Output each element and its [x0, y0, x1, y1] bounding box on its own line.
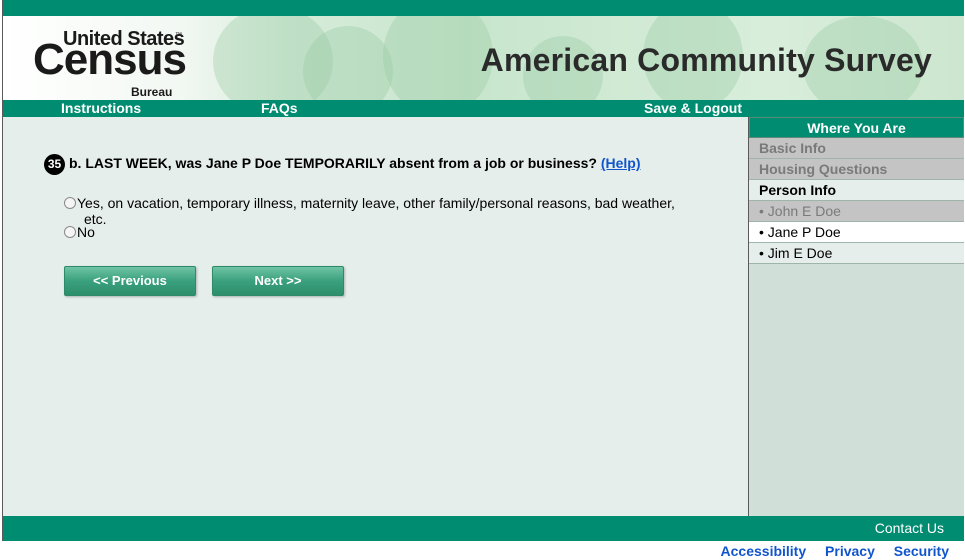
- radio-yes[interactable]: [64, 197, 76, 209]
- top-accent-bar: [3, 0, 964, 16]
- logo-trademark: ™: [175, 32, 182, 39]
- answer-option-no-label: No: [77, 224, 95, 240]
- sidebar-title: Where You Are: [749, 117, 964, 138]
- question-panel: 35 b. LAST WEEK, was Jane P Doe TEMPORAR…: [3, 117, 748, 516]
- contact-us-link[interactable]: Contact Us: [875, 516, 944, 541]
- privacy-link[interactable]: Privacy: [825, 543, 875, 559]
- top-nav-bar: Instructions FAQs Save & Logout: [3, 100, 964, 117]
- answer-option-yes-label-cont: etc.: [84, 211, 107, 227]
- question-text-row: b. LAST WEEK, was Jane P Doe TEMPORARILY…: [69, 155, 641, 171]
- progress-sidebar: Where You Are Basic Info Housing Questio…: [748, 117, 964, 516]
- previous-button[interactable]: << Previous: [64, 266, 196, 296]
- sidebar-item-person-info: Person Info: [749, 180, 964, 201]
- logo-line-bureau: Bureau: [131, 85, 173, 99]
- sidebar-item-person-john: • John E Doe: [749, 201, 964, 222]
- help-link[interactable]: (Help): [601, 155, 641, 171]
- banner-photo-shape: [383, 16, 493, 100]
- answer-option-yes-label: Yes, on vacation, temporary illness, mat…: [77, 195, 675, 211]
- sidebar-item-person-jim: • Jim E Doe: [749, 243, 964, 264]
- nav-instructions-link[interactable]: Instructions: [61, 100, 141, 117]
- sidebar-item-housing-questions: Housing Questions: [749, 159, 964, 180]
- radio-no[interactable]: [64, 226, 76, 238]
- question-text: b. LAST WEEK, was Jane P Doe TEMPORARILY…: [69, 155, 597, 171]
- header-banner: United States Census ™ Bureau American C…: [3, 16, 964, 100]
- question-number-badge: 35: [44, 154, 65, 175]
- survey-page: United States Census ™ Bureau American C…: [2, 0, 964, 541]
- security-link[interactable]: Security: [894, 543, 949, 559]
- survey-title: American Community Survey: [480, 42, 932, 78]
- answer-option-yes[interactable]: Yes, on vacation, temporary illness, mat…: [64, 195, 675, 227]
- nav-save-logout-link[interactable]: Save & Logout: [644, 100, 742, 117]
- nav-faqs-link[interactable]: FAQs: [261, 100, 298, 117]
- sidebar-item-basic-info: Basic Info: [749, 138, 964, 159]
- answer-option-no[interactable]: No: [64, 224, 95, 240]
- census-bureau-logo: United States Census ™ Bureau: [33, 28, 193, 99]
- banner-photo-shape: [303, 26, 393, 100]
- sidebar-item-person-jane: • Jane P Doe: [749, 222, 964, 243]
- logo-line-census: Census: [33, 35, 187, 84]
- footer-links: Accessibility Privacy Security: [706, 543, 949, 559]
- footer-bar: Contact Us: [3, 516, 964, 541]
- next-button[interactable]: Next >>: [212, 266, 344, 296]
- accessibility-link[interactable]: Accessibility: [721, 543, 807, 559]
